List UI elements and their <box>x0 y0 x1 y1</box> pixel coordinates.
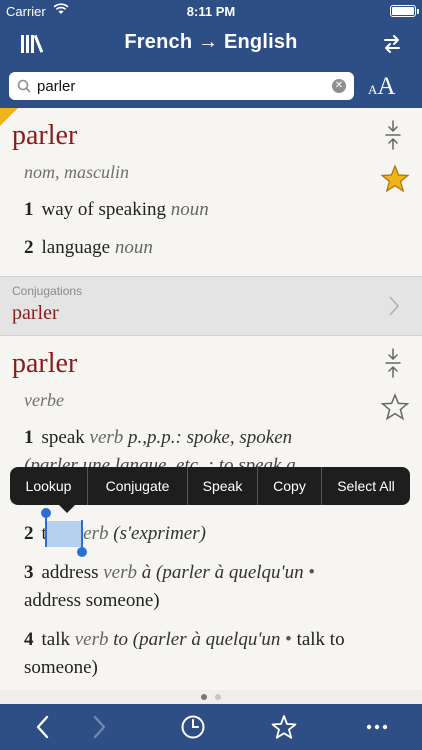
conjugations-label: Conjugations <box>12 284 83 298</box>
sense-item: 4 talk verb to (parler à quelqu'un • talk… <box>24 629 345 650</box>
selection-handle-end[interactable] <box>81 520 83 549</box>
menu-select-all[interactable]: Select All <box>322 467 410 505</box>
collapse-icon[interactable] <box>382 120 404 150</box>
more-options-icon[interactable] <box>364 714 390 740</box>
battery-icon <box>390 5 419 17</box>
selection-handle-start-knob[interactable] <box>41 508 51 518</box>
selection-handle-end-knob[interactable] <box>77 547 87 557</box>
text-selection-highlight <box>46 521 82 547</box>
swap-languages-icon[interactable] <box>380 32 404 56</box>
entry-card-noun: parler nom, masculin 1 way of speaking no… <box>0 108 422 276</box>
forward-arrow-icon[interactable] <box>86 714 112 740</box>
favorite-star-icon-filled[interactable] <box>380 164 410 194</box>
back-arrow-icon[interactable] <box>30 714 56 740</box>
menu-speak[interactable]: Speak <box>188 467 258 505</box>
history-clock-icon[interactable] <box>180 714 206 740</box>
context-menu: Lookup Conjugate Speak Copy Select All <box>10 467 410 505</box>
entry-card-verb: parler verbe 1 speak verb p.,p.p.: spoke,… <box>0 336 422 690</box>
sense-item: 1 way of speaking noun <box>24 199 209 220</box>
text-size-small-label: A <box>368 82 378 97</box>
search-icon <box>17 79 31 93</box>
sense-item: 2 language noun <box>24 237 153 258</box>
chevron-right-icon <box>389 296 400 316</box>
status-time: 8:11 PM <box>186 4 236 19</box>
menu-copy[interactable]: Copy <box>258 467 322 505</box>
conjugations-row[interactable]: Conjugations parler <box>0 276 422 336</box>
part-of-speech: nom, masculin <box>24 162 129 182</box>
context-menu-arrow <box>58 504 76 513</box>
sense-item: 3 address verb à (parler à quelqu'un • <box>24 562 316 583</box>
search-input[interactable] <box>37 72 327 100</box>
page-dot-active <box>201 694 207 700</box>
menu-lookup[interactable]: Lookup <box>10 467 88 505</box>
favorites-star-icon[interactable] <box>271 714 297 740</box>
nav-bar: French → English <box>0 22 422 66</box>
page-indicator[interactable] <box>0 690 422 704</box>
page-title: French → English <box>124 31 298 53</box>
search-bar: ✕ <box>9 72 354 100</box>
menu-conjugate[interactable]: Conjugate <box>88 467 188 505</box>
part-of-speech: verbe <box>24 390 64 410</box>
conjugations-word: parler <box>12 302 59 324</box>
headword: parler <box>12 348 78 379</box>
sense-continuation: someone) <box>24 657 98 678</box>
selection-handle-start[interactable] <box>45 516 47 547</box>
header: Carrier 8:11 PM French → English ✕ AA <box>0 0 422 108</box>
collapse-icon[interactable] <box>382 348 404 378</box>
page-dot <box>215 694 221 700</box>
text-size-button[interactable]: AA <box>368 73 395 101</box>
bottom-toolbar <box>0 704 422 750</box>
text-size-big-label: A <box>377 73 396 100</box>
dictionary-content[interactable]: parler nom, masculin 1 way of speaking no… <box>0 108 422 690</box>
sense-continuation: address someone) <box>24 590 160 611</box>
status-bar: Carrier 8:11 PM <box>0 0 422 22</box>
headword: parler <box>12 120 78 151</box>
sense-item: 1 speak verb p.,p.p.: spoke, spoken <box>24 427 293 448</box>
clear-search-icon[interactable]: ✕ <box>332 79 346 93</box>
favorite-star-icon[interactable] <box>380 392 410 422</box>
